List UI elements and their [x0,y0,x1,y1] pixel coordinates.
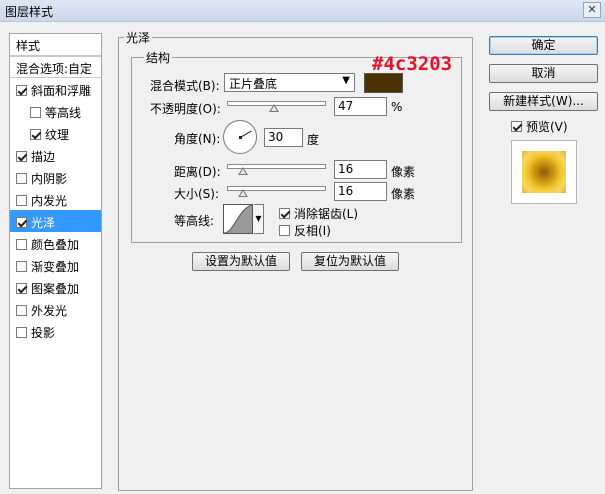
checkbox-icon[interactable] [16,327,27,338]
blend-mode-value: 正片叠底 [229,77,278,91]
checkbox-icon[interactable] [16,261,27,272]
style-preview-thumbnail [511,140,577,204]
blend-mode-label: 混合模式(B): [150,79,220,93]
sidebar-item-label: 外发光 [31,304,68,318]
sidebar-item-label: 描边 [31,150,56,164]
sidebar-item[interactable]: 投影 [10,320,101,342]
sidebar-item[interactable]: 图案叠加 [10,276,101,298]
checkbox-icon[interactable] [16,283,27,294]
angle-center [239,136,242,139]
distance-input[interactable]: 16 [334,160,387,179]
sidebar-item-label: 斜面和浮雕 [31,84,92,98]
sidebar-item-label: 等高线 [45,106,82,120]
size-input[interactable]: 16 [334,182,387,201]
contour-curve-icon [223,204,253,234]
preview-checkbox[interactable]: 预览(V) [511,118,568,135]
cancel-button[interactable]: 取消 [489,64,598,83]
sidebar-item[interactable]: 内阴影 [10,166,101,188]
ok-button[interactable]: 确定 [489,36,598,55]
contour-label: 等高线: [174,214,215,228]
styles-panel: 样式 混合选项:自定 斜面和浮雕等高线纹理描边内阴影内发光光泽颜色叠加渐变叠加图… [9,33,102,489]
blend-options-item[interactable]: 混合选项:自定 [10,56,101,78]
opacity-slider-thumb[interactable] [268,104,279,112]
sidebar-item-label: 渐变叠加 [31,260,80,274]
checkbox-icon[interactable] [16,85,27,96]
size-unit: 像素 [391,187,416,201]
satin-color-swatch[interactable] [364,73,403,93]
angle-label: 角度(N): [174,132,221,146]
invert-checkbox[interactable]: 反相(I) [279,222,331,239]
satin-group-title: 光泽 [124,29,153,46]
opacity-label: 不透明度(O): [150,102,221,116]
angle-input[interactable]: 30 [264,128,303,147]
sidebar-item[interactable]: 外发光 [10,298,101,320]
sidebar-item-label: 图案叠加 [31,282,80,296]
contour-dropdown-icon[interactable]: ▼ [254,204,264,234]
checkbox-icon[interactable] [16,239,27,250]
checkbox-icon[interactable] [16,217,27,228]
reset-default-button[interactable]: 复位为默认值 [301,252,399,271]
angle-unit: 度 [307,133,320,147]
invert-label: 反相(I) [294,224,331,238]
color-annotation: #4c3203 [372,53,453,75]
opacity-input[interactable]: 47 [334,97,387,116]
set-default-button[interactable]: 设置为默认值 [192,252,290,271]
sidebar-item[interactable]: 纹理 [10,122,101,144]
sidebar-item[interactable]: 等高线 [10,100,101,122]
distance-label: 距离(D): [174,165,221,179]
size-slider-thumb[interactable] [237,189,248,197]
preview-check-icon[interactable] [511,121,522,132]
antialias-checkbox[interactable]: 消除锯齿(L) [279,205,358,222]
window-title: 图层样式 [5,5,54,19]
sidebar-item[interactable]: 颜色叠加 [10,232,101,254]
close-icon[interactable]: ✕ [583,2,601,18]
title-bar: 图层样式 ✕ [0,0,605,22]
checkbox-icon[interactable] [16,173,27,184]
sidebar-item[interactable]: 斜面和浮雕 [10,78,101,100]
opacity-unit: % [391,100,403,114]
chevron-down-icon: ▼ [342,75,350,86]
sidebar-item[interactable]: 描边 [10,144,101,166]
sidebar-item-label: 光泽 [31,216,56,230]
contour-preview[interactable] [223,204,253,234]
sidebar-item[interactable]: 内发光 [10,188,101,210]
size-label: 大小(S): [174,187,220,201]
blend-mode-select[interactable]: 正片叠底 ▼ [224,73,355,92]
sidebar-item-label: 颜色叠加 [31,238,80,252]
preview-texture [522,151,566,193]
checkbox-icon[interactable] [16,195,27,206]
sidebar-item-label: 纹理 [45,128,70,142]
antialias-label: 消除锯齿(L) [294,207,359,221]
preview-label: 预览(V) [526,120,568,134]
invert-check-icon[interactable] [279,225,290,236]
structure-group-title: 结构 [144,49,173,66]
distance-slider-thumb[interactable] [237,167,248,175]
sidebar-item-label: 投影 [31,326,56,340]
checkbox-icon[interactable] [16,305,27,316]
antialias-check-icon[interactable] [279,208,290,219]
checkbox-icon[interactable] [30,107,41,118]
styles-header[interactable]: 样式 [10,34,101,56]
distance-unit: 像素 [391,165,416,179]
sidebar-item[interactable]: 光泽 [10,210,101,232]
style-list: 斜面和浮雕等高线纹理描边内阴影内发光光泽颜色叠加渐变叠加图案叠加外发光投影 [10,78,101,342]
checkbox-icon[interactable] [16,151,27,162]
sidebar-item-label: 内发光 [31,194,68,208]
angle-dial[interactable] [223,120,257,154]
sidebar-item[interactable]: 渐变叠加 [10,254,101,276]
new-style-button[interactable]: 新建样式(W)... [489,92,598,111]
checkbox-icon[interactable] [30,129,41,140]
sidebar-item-label: 内阴影 [31,172,68,186]
